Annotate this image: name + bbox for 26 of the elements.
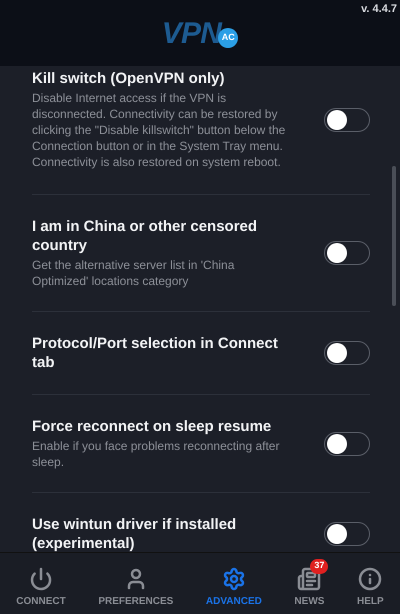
setting-title: Protocol/Port selection in Connect tab	[32, 334, 279, 372]
setting-title: I am in China or other censored country	[32, 217, 258, 255]
nav-tab[interactable]: ADVANCED	[198, 558, 270, 608]
logo: VPNAC	[162, 10, 238, 56]
toggle-switch[interactable]	[324, 432, 370, 456]
settings-icon	[222, 566, 246, 590]
setting-description: Disable Internet access if the VPN is disconnected. Connectivity can be restored by clicking the "Disable killswitch" button below the Connection button or in the System Tray menu. Connectivity is also restored on system reboot.	[32, 90, 286, 170]
toggle-switch[interactable]	[324, 108, 370, 132]
setting-title: Force reconnect on sleep resume	[32, 417, 272, 436]
power-icon	[29, 566, 53, 590]
newspaper-icon	[297, 566, 322, 590]
notification-badge: 37	[310, 558, 328, 574]
toggle-switch[interactable]	[324, 241, 370, 265]
setting-description: Enable if you face problems reconnecting after sleep.	[32, 438, 280, 470]
nav-tab[interactable]: CONNECT	[8, 558, 74, 608]
nav-tab[interactable]: NEWS 37	[286, 558, 332, 608]
version-label: v. 4.4.7	[361, 2, 397, 17]
info-icon	[358, 566, 382, 590]
scrollbar[interactable]	[392, 166, 396, 306]
toggle-switch[interactable]	[324, 522, 370, 546]
toggle-switch[interactable]	[324, 341, 370, 365]
setting-description: Get the alternative server list in 'China Optimized' locations category	[32, 257, 236, 289]
setting-title: Kill switch (OpenVPN only)	[32, 69, 226, 88]
nav-tab[interactable]: PREFERENCES	[90, 558, 182, 608]
nav-tab[interactable]: HELP	[349, 558, 392, 608]
setting-title: Use wintun driver if installed (experimental)	[32, 515, 238, 552]
